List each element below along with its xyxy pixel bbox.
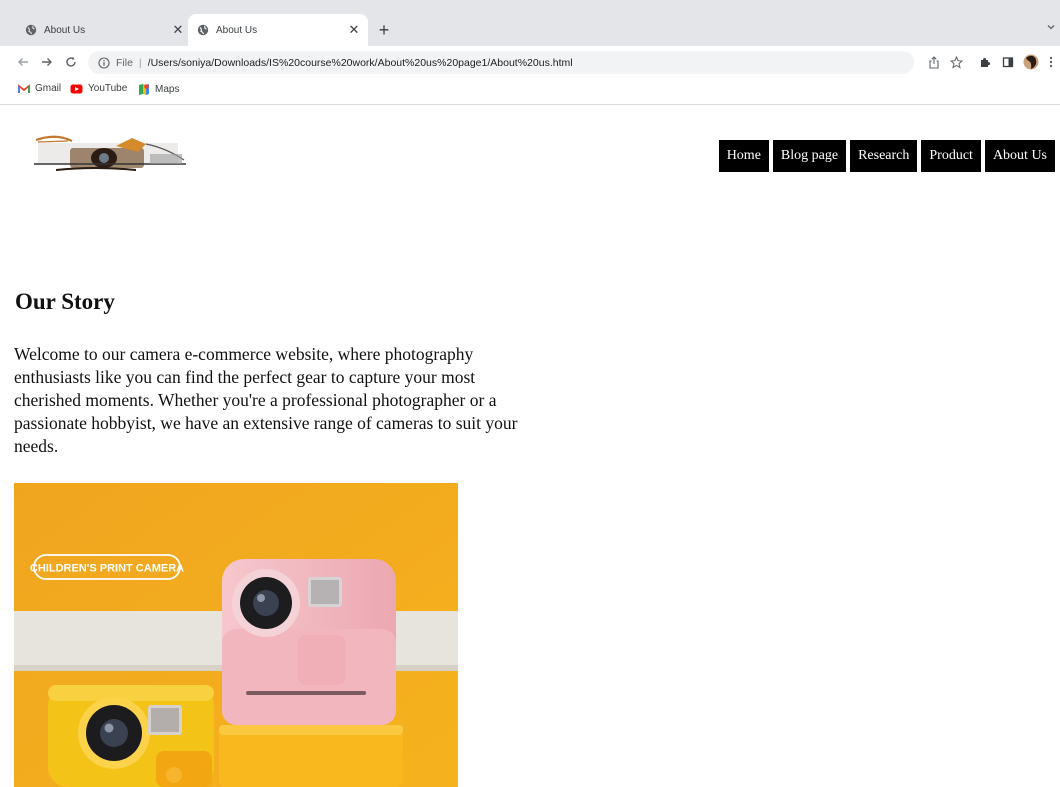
url-text[interactable]: /Users/soniya/Downloads/IS%20course%20wo… [148, 57, 573, 69]
side-panel-icon[interactable] [1000, 54, 1016, 70]
tab-search-chevron-icon[interactable] [1046, 22, 1056, 32]
browser-menu-icon[interactable] [1046, 54, 1056, 70]
reload-icon[interactable] [62, 53, 80, 71]
nav-product[interactable]: Product [921, 140, 981, 172]
new-tab-icon[interactable]: + [374, 18, 394, 42]
intro-paragraph: Welcome to our camera e-commerce website… [14, 344, 518, 456]
tab-title: About Us [44, 24, 86, 36]
globe-icon [25, 24, 37, 36]
main-nav: Home Blog page Research Product About Us [718, 140, 1055, 172]
bookmark-star-icon[interactable] [948, 54, 964, 70]
bookmark-label: YouTube [88, 83, 128, 94]
back-arrow-icon[interactable] [14, 53, 32, 71]
nav-about-us[interactable]: About Us [984, 140, 1055, 172]
browser-toolbar: File | /Users/soniya/Downloads/IS%20cour… [0, 46, 1060, 78]
youtube-icon [70, 84, 83, 93]
bookmark-gmail[interactable]: Gmail [18, 83, 61, 94]
globe-icon [197, 24, 209, 36]
address-bar[interactable]: File | /Users/soniya/Downloads/IS%20cour… [88, 51, 914, 74]
close-tab-icon[interactable]: ✕ [346, 22, 362, 38]
address-separator: | [138, 56, 142, 69]
profile-avatar-icon[interactable] [1023, 54, 1039, 70]
tab-strip: About Us ✕ About Us ✕ + [0, 0, 1060, 46]
gmail-icon [18, 83, 30, 93]
tab-about-us-1[interactable]: About Us ✕ [16, 14, 192, 46]
nav-research[interactable]: Research [850, 140, 918, 172]
camera-shop-logo[interactable] [26, 134, 188, 174]
extensions-icon[interactable] [977, 54, 993, 70]
tab-title: About Us [216, 24, 258, 36]
bookmark-label: Maps [155, 83, 180, 95]
scheme-label: File [116, 56, 133, 69]
share-icon[interactable] [926, 54, 942, 70]
close-tab-icon[interactable]: ✕ [170, 22, 186, 38]
hero-image: CHILDREN'S PRINT CAMERA [14, 483, 458, 787]
bookmark-label: Gmail [35, 83, 62, 94]
nav-home[interactable]: Home [718, 140, 769, 172]
tab-about-us-2[interactable]: About Us ✕ [188, 14, 368, 46]
forward-arrow-icon[interactable] [38, 53, 56, 71]
nav-blog-page[interactable]: Blog page [772, 140, 847, 172]
bookmark-youtube[interactable]: YouTube [70, 83, 127, 94]
hero-badge-text: CHILDREN'S PRINT CAMERA [30, 563, 184, 575]
bookmarks-bar: Gmail YouTube Maps [0, 78, 1060, 105]
page-title: Our Story [15, 289, 115, 314]
info-icon[interactable] [98, 56, 110, 69]
bookmark-maps[interactable]: Maps [138, 83, 179, 95]
web-page: Home Blog page Research Product About Us… [0, 105, 1060, 787]
maps-icon [139, 84, 149, 95]
